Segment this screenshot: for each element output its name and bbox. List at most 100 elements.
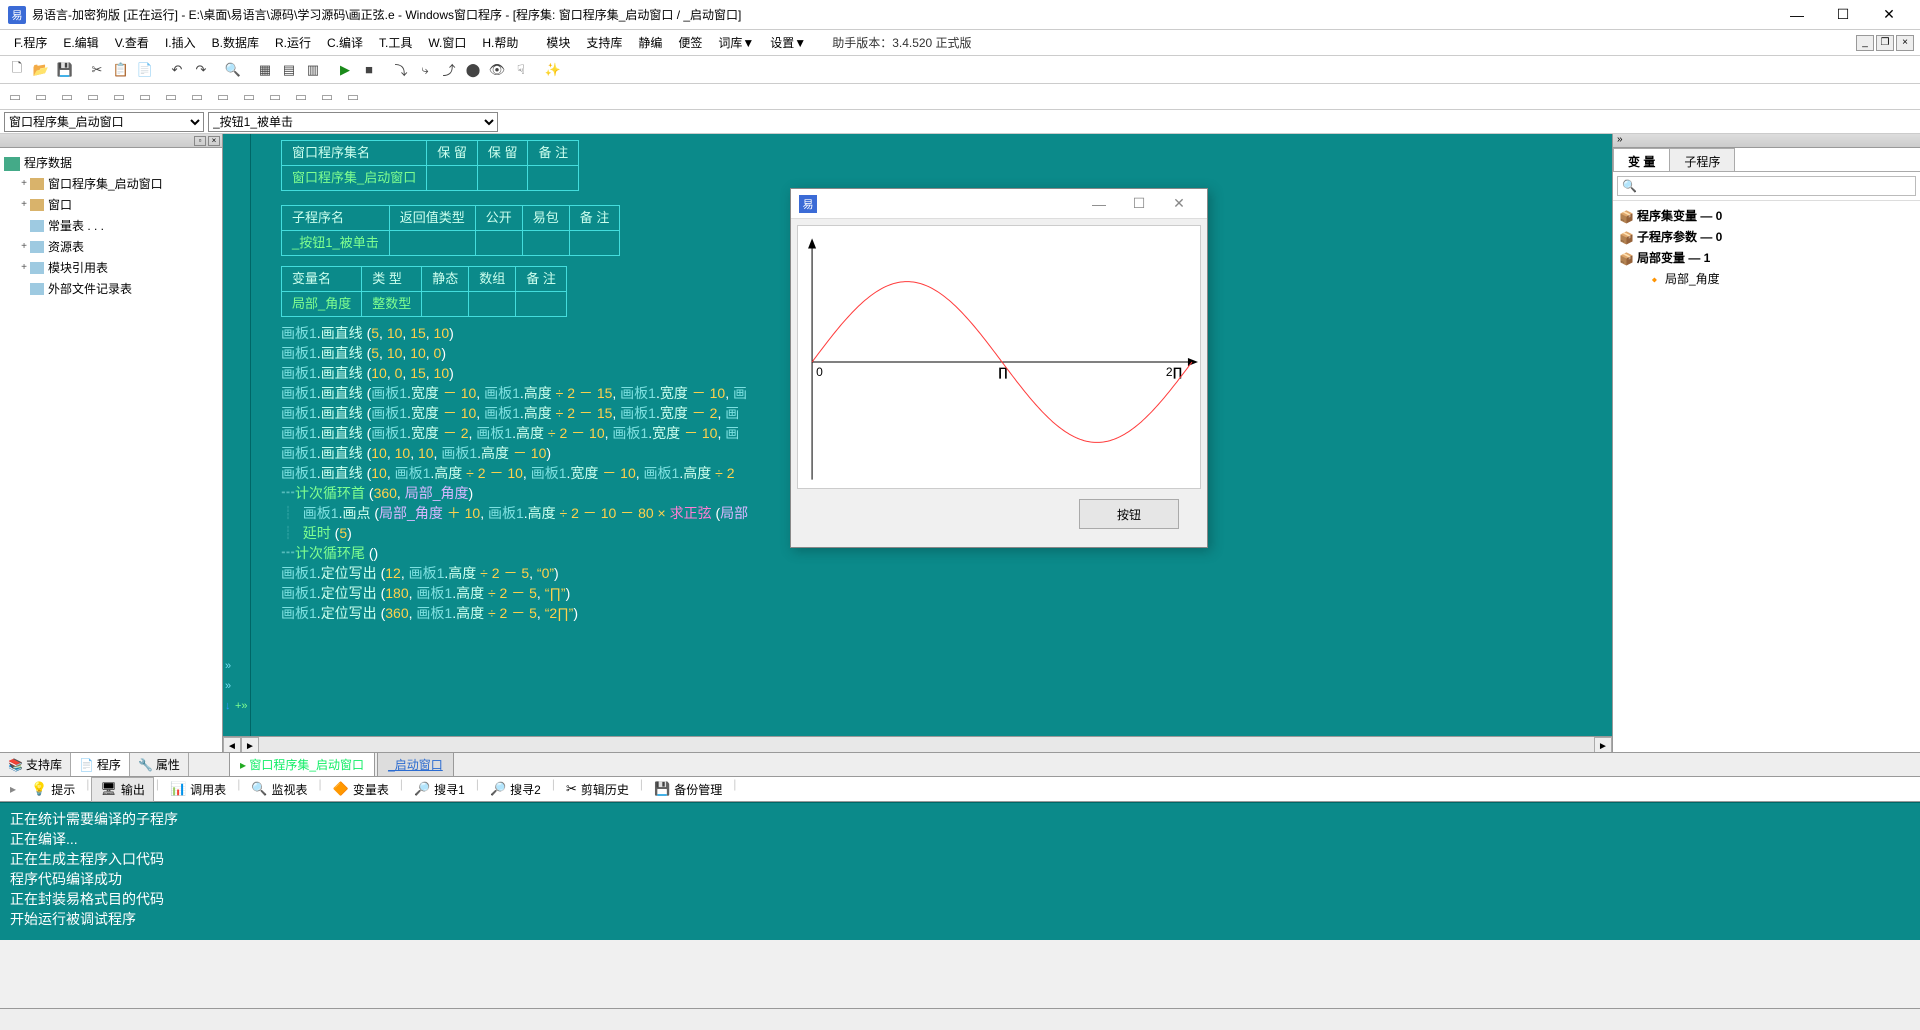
cut-icon[interactable]: ✂ (86, 59, 108, 81)
runtime-maximize-button[interactable]: ☐ (1119, 190, 1159, 218)
menu-notes[interactable]: 便签 (670, 31, 710, 54)
tb2-icon-10[interactable]: ▭ (238, 86, 260, 108)
layout3-icon[interactable]: ▥ (302, 59, 324, 81)
layout2-icon[interactable]: ▤ (278, 59, 300, 81)
maximize-button[interactable]: ☐ (1820, 0, 1866, 30)
tb2-icon-13[interactable]: ▭ (316, 86, 338, 108)
output-tab-输出[interactable]: 🖥输出 (91, 777, 154, 802)
tree-expander-icon[interactable] (18, 220, 30, 231)
menu-supportlib[interactable]: 支持库 (578, 31, 630, 54)
menu-settings[interactable]: 设置▼ (762, 31, 814, 54)
runtime-titlebar[interactable]: 易 — ☐ ✕ (791, 189, 1207, 219)
var-tree-row[interactable]: 🔸局部_角度 (1619, 268, 1914, 289)
breakpoint-icon[interactable]: ⬤ (462, 59, 484, 81)
code-line[interactable]: 画板1.定位写出 (180, 画板1.高度 ÷ 2 － 5, “∏”) (281, 583, 1602, 603)
code-line[interactable]: 画板1.定位写出 (12, 画板1.高度 ÷ 2 － 5, “0”) (281, 563, 1602, 583)
layout1-icon[interactable]: ▦ (254, 59, 276, 81)
tree-item[interactable]: +模块引用表 (18, 257, 220, 278)
cursor-icon[interactable]: ☟ (510, 59, 532, 81)
tb2-icon-9[interactable]: ▭ (212, 86, 234, 108)
tree-item[interactable]: +资源表 (18, 236, 220, 257)
tb2-icon-4[interactable]: ▭ (82, 86, 104, 108)
programset-combo[interactable]: 窗口程序集_启动窗口 (4, 112, 204, 132)
menu-program[interactable]: F.程序 (6, 31, 55, 54)
tab-subroutines[interactable]: 子程序 (1669, 148, 1735, 171)
mdi-close-button[interactable]: × (1896, 35, 1914, 51)
close-button[interactable]: ✕ (1866, 0, 1912, 30)
output-tab-变量表[interactable]: 🔶变量表 (324, 777, 398, 802)
find-icon[interactable]: 🔍 (222, 59, 244, 81)
tb2-icon-1[interactable]: ▭ (4, 86, 26, 108)
tree-expander-icon[interactable]: + (18, 262, 30, 273)
mdi-restore-button[interactable]: ❐ (1876, 35, 1894, 51)
tree-item[interactable]: 常量表 . . . (18, 215, 220, 236)
menu-edit[interactable]: E.编辑 (55, 31, 106, 54)
tb2-icon-5[interactable]: ▭ (108, 86, 130, 108)
output-tab-剪辑历史[interactable]: ✂剪辑历史 (557, 777, 638, 802)
run-icon[interactable]: ▶ (334, 59, 356, 81)
project-tree[interactable]: 程序数据 +窗口程序集_启动窗口+窗口 常量表 . . .+资源表+模块引用表 … (0, 148, 222, 754)
wizard-icon[interactable]: ✨ (542, 59, 564, 81)
draw-button[interactable]: 按钮 (1079, 499, 1179, 529)
tree-item[interactable]: +窗口程序集_启动窗口 (18, 173, 220, 194)
var-tree-row[interactable]: 📦局部变量 — 1 (1619, 247, 1914, 268)
tree-expander-icon[interactable]: + (18, 199, 30, 210)
menu-staticcompile[interactable]: 静编 (630, 31, 670, 54)
panel-close-icon[interactable]: × (208, 136, 220, 146)
step-into-icon[interactable]: ⤷ (414, 59, 436, 81)
output-tab-搜寻1[interactable]: 🔎搜寻1 (405, 777, 474, 802)
tree-item[interactable]: +窗口 (18, 194, 220, 215)
open-file-icon[interactable]: 📂 (30, 59, 52, 81)
panel-chevron-icon[interactable]: » (1613, 134, 1627, 145)
runtime-window[interactable]: 易 — ☐ ✕ 0 ∏ 2∏ 按钮 (790, 188, 1208, 548)
variable-tree[interactable]: 📦程序集变量 — 0📦子程序参数 — 0📦局部变量 — 1🔸局部_角度 (1613, 201, 1920, 293)
save-file-icon[interactable]: 💾 (54, 59, 76, 81)
menu-dict[interactable]: 词库▼ (710, 31, 762, 54)
editor-tab-startwin[interactable]: _启动窗口 (377, 752, 454, 776)
menu-help[interactable]: H.帮助 (474, 31, 526, 54)
menu-database[interactable]: B.数据库 (204, 31, 267, 54)
tree-expander-icon[interactable]: + (18, 178, 30, 189)
menu-tools[interactable]: T.工具 (371, 31, 420, 54)
minimize-button[interactable]: — (1774, 0, 1820, 30)
tree-expander-icon[interactable]: + (18, 241, 30, 252)
new-file-icon[interactable]: 🗋 (6, 59, 28, 81)
var-tree-row[interactable]: 📦子程序参数 — 0 (1619, 226, 1914, 247)
panel-pin-icon[interactable]: ▫ (194, 136, 206, 146)
paste-icon[interactable]: 📄 (134, 59, 156, 81)
variable-search-input[interactable] (1617, 176, 1916, 196)
var-tree-row[interactable]: 📦程序集变量 — 0 (1619, 205, 1914, 226)
tb2-icon-14[interactable]: ▭ (342, 86, 364, 108)
menu-module[interactable]: 模块 (538, 31, 578, 54)
tab-properties[interactable]: 🔧属性 (130, 753, 189, 776)
runtime-close-button[interactable]: ✕ (1159, 190, 1199, 218)
tb2-icon-6[interactable]: ▭ (134, 86, 156, 108)
subroutine-combo[interactable]: _按钮1_被单击 (208, 112, 498, 132)
tree-expander-icon[interactable] (18, 283, 30, 294)
tb2-icon-8[interactable]: ▭ (186, 86, 208, 108)
output-tab-提示[interactable]: 💡提示 (22, 777, 84, 802)
editor-tab-programset[interactable]: ▸ 窗口程序集_启动窗口 (229, 752, 375, 776)
step-out-icon[interactable]: ⤴ (438, 59, 460, 81)
output-tab-备份管理[interactable]: 💾备份管理 (645, 777, 731, 802)
code-line[interactable]: 画板1.定位写出 (360, 画板1.高度 ÷ 2 － 5, “2∏”) (281, 603, 1602, 623)
tab-variables[interactable]: 变 量 (1613, 148, 1670, 171)
tab-program[interactable]: 📄程序 (71, 753, 130, 776)
output-panel[interactable]: 正在统计需要编译的子程序正在编译...正在生成主程序入口代码程序代码编译成功正在… (0, 802, 1920, 940)
runtime-minimize-button[interactable]: — (1079, 190, 1119, 218)
tb2-icon-7[interactable]: ▭ (160, 86, 182, 108)
output-tab-调用表[interactable]: 📊调用表 (161, 777, 235, 802)
tree-item[interactable]: 外部文件记录表 (18, 278, 220, 299)
menu-view[interactable]: V.查看 (107, 31, 157, 54)
output-tab-搜寻2[interactable]: 🔎搜寻2 (481, 777, 550, 802)
menu-insert[interactable]: I.插入 (157, 31, 204, 54)
tb2-icon-12[interactable]: ▭ (290, 86, 312, 108)
menu-compile[interactable]: C.编译 (319, 31, 371, 54)
output-chevron-icon[interactable]: ▸ (6, 782, 20, 796)
tb2-icon-2[interactable]: ▭ (30, 86, 52, 108)
step-over-icon[interactable]: ⤵ (390, 59, 412, 81)
tb2-icon-11[interactable]: ▭ (264, 86, 286, 108)
stop-icon[interactable]: ■ (358, 59, 380, 81)
menu-run[interactable]: R.运行 (267, 31, 319, 54)
mdi-min-button[interactable]: _ (1856, 35, 1874, 51)
